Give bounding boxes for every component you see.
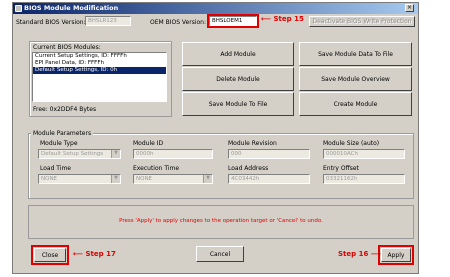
chevron-down-icon: ▼ bbox=[111, 150, 120, 158]
step16-label: Step 16 bbox=[338, 250, 369, 258]
module-type-label: Module Type bbox=[40, 140, 78, 147]
module-type-select[interactable]: Default Setup Settings ▼ bbox=[38, 149, 121, 159]
app-icon bbox=[15, 5, 22, 12]
module-id-label: Module ID bbox=[133, 140, 164, 147]
module-size-label: Module Size (auto) bbox=[323, 140, 380, 147]
module-revision-field[interactable]: 000 bbox=[228, 149, 310, 159]
step16-annotation: Step 16 ⟶ bbox=[338, 250, 381, 258]
list-item[interactable]: Current Setup Settings, ID: FFFFh bbox=[33, 53, 166, 60]
module-id-field[interactable]: 0000h bbox=[133, 149, 213, 159]
free-bytes-label: Free: 0x2DDF4 Bytes bbox=[33, 106, 97, 113]
load-time-label: Load Time bbox=[40, 165, 71, 172]
save-module-overview-button[interactable]: Save Module Overview bbox=[299, 67, 412, 91]
load-time-select[interactable]: NONE ▼ bbox=[38, 174, 121, 184]
cancel-button[interactable]: Cancel bbox=[196, 246, 244, 262]
modules-list[interactable]: Current Setup Settings, ID: FFFFh EPI Pa… bbox=[32, 52, 167, 102]
execution-time-select[interactable]: NONE ▼ bbox=[133, 174, 213, 184]
step15-annotation: ⟵ Step 15 bbox=[261, 15, 304, 23]
save-module-to-file-button[interactable]: Save Module To File bbox=[182, 92, 294, 116]
load-address-label: Load Address bbox=[228, 165, 269, 172]
save-module-data-button[interactable]: Save Module Data To File bbox=[299, 42, 412, 66]
delete-module-button[interactable]: Delete Module bbox=[182, 67, 294, 91]
arrow-left-icon: ⟵ bbox=[261, 15, 274, 23]
step17-annotation: ⟵ Step 17 bbox=[73, 250, 116, 258]
step15-label: Step 15 bbox=[273, 15, 304, 23]
module-type-value: Default Setup Settings bbox=[41, 151, 104, 157]
modules-label: Current BIOS Modules: bbox=[33, 44, 101, 51]
close-highlight-box bbox=[31, 245, 69, 265]
chevron-down-icon: ▼ bbox=[111, 175, 120, 183]
load-address-field[interactable]: 4C03442h bbox=[228, 174, 310, 184]
window-title: BIOS Module Modification bbox=[24, 4, 119, 12]
close-window-icon[interactable]: × bbox=[405, 4, 414, 12]
parameters-title: Module Parameters bbox=[31, 130, 94, 137]
standard-bios-label: Standard BIOS Version: bbox=[16, 19, 86, 26]
arrow-left-icon: ⟵ bbox=[73, 250, 86, 258]
add-module-button[interactable]: Add Module bbox=[182, 42, 294, 66]
create-module-button[interactable]: Create Module bbox=[299, 92, 412, 116]
list-item[interactable]: Default Setup Settings, ID: 0h bbox=[33, 67, 166, 74]
status-message: Press 'Apply' to apply changes to the op… bbox=[119, 218, 323, 224]
execution-time-label: Execution Time bbox=[133, 165, 180, 172]
module-revision-label: Module Revision bbox=[228, 140, 277, 147]
chevron-down-icon: ▼ bbox=[203, 175, 212, 183]
load-time-value: NONE bbox=[41, 176, 58, 182]
oem-highlight-box bbox=[207, 14, 259, 28]
entry-offset-field[interactable]: 03321162h bbox=[323, 174, 405, 184]
step17-label: Step 17 bbox=[85, 250, 116, 258]
apply-highlight-box bbox=[378, 245, 414, 265]
deactivate-write-protection-button[interactable]: Deactivate BIOS Write Protection bbox=[309, 16, 415, 27]
list-item[interactable]: EPI Panel Data, ID: FFFFh bbox=[33, 60, 166, 67]
standard-bios-field: BHSLR123 bbox=[85, 16, 131, 26]
execution-time-value: NONE bbox=[136, 176, 153, 182]
entry-offset-label: Entry Offset bbox=[323, 165, 359, 172]
module-size-field: 000010ACh bbox=[323, 149, 405, 159]
oem-bios-label: OEM BIOS Version: bbox=[150, 19, 207, 26]
